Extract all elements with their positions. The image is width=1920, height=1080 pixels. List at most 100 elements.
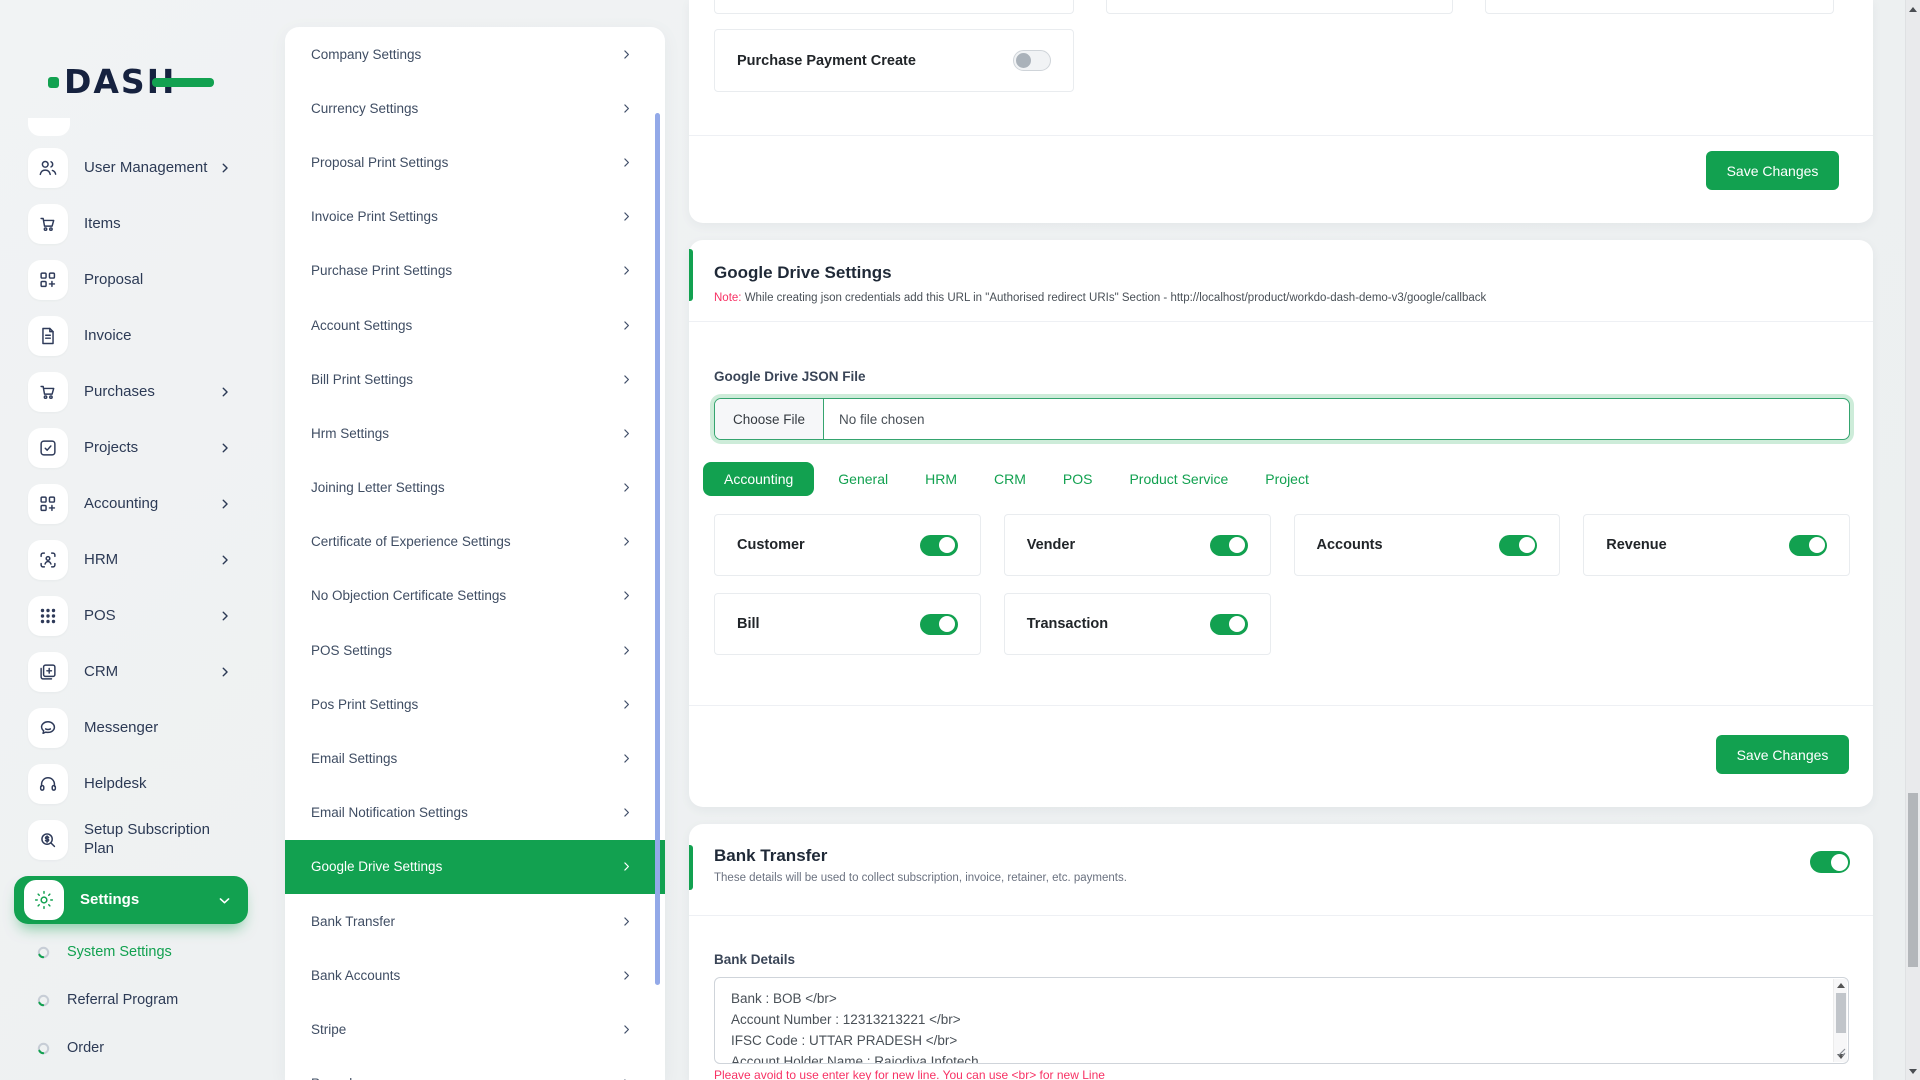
settings-nav-item-pos-print-settings[interactable]: Pos Print Settings [285, 677, 665, 731]
settings-nav-item-proposal-print-settings[interactable]: Proposal Print Settings [285, 135, 665, 189]
search-dollar-icon [37, 829, 59, 851]
choose-file-button[interactable]: Choose File [715, 399, 824, 439]
grid-plus-icon [37, 269, 59, 291]
tab-accounting[interactable]: Accounting [703, 462, 815, 496]
tab-project[interactable]: Project [1265, 471, 1309, 487]
file-status-text: No file chosen [839, 411, 925, 427]
settings-nav-item-label: Company Settings [311, 46, 422, 62]
settings-nav-item-purchase-print-settings[interactable]: Purchase Print Settings [285, 244, 665, 298]
sidebar-item-projects[interactable]: Projects [14, 428, 248, 468]
sidebar-item-purchases[interactable]: Purchases [14, 372, 248, 412]
page-scrollbar[interactable] [1905, 0, 1920, 1080]
sidebar-item-user-management[interactable]: User Management [14, 148, 248, 188]
settings-nav-item-hrm-settings[interactable]: Hrm Settings [285, 406, 665, 460]
bank-transfer-toggle[interactable] [1810, 851, 1850, 873]
scroll-up-icon[interactable] [1906, 2, 1920, 16]
save-changes-button[interactable]: Save Changes [1706, 151, 1839, 190]
settings-nav-item-no-objection-certificate-settings[interactable]: No Objection Certificate Settings [285, 569, 665, 623]
google-drive-json-file-input[interactable]: Choose File No file chosen [714, 398, 1850, 440]
nav-chevron-icon [620, 915, 633, 928]
settings-nav-item-label: Stripe [311, 1021, 347, 1037]
sidebar-item-proposal[interactable]: Proposal [14, 260, 248, 300]
transaction-toggle[interactable] [1209, 613, 1248, 635]
settings-nav-item-label: Proposal Print Settings [311, 154, 449, 170]
module-box-revenue: Revenue [1583, 514, 1850, 576]
tab-pos[interactable]: POS [1063, 471, 1093, 487]
sidebar-subitem-order[interactable]: Order [14, 1024, 248, 1072]
users-icon [37, 157, 59, 179]
scroll-down-icon[interactable] [1906, 1064, 1920, 1078]
accounts-toggle[interactable] [1499, 534, 1538, 556]
sidebar-item-helpdesk[interactable]: Helpdesk [14, 764, 248, 804]
revenue-toggle[interactable] [1789, 534, 1827, 556]
note-label: Note: [714, 292, 742, 304]
sidebar-item-hrm[interactable]: HRM [14, 540, 248, 580]
tab-hrm[interactable]: HRM [925, 471, 957, 487]
menu-icon-box [28, 820, 68, 860]
sidebar-item-crm[interactable]: CRM [14, 652, 248, 692]
sidebar-item-accounting[interactable]: Accounting [14, 484, 248, 524]
settings-nav-item-bill-print-settings[interactable]: Bill Print Settings [285, 352, 665, 406]
toggle-knob [939, 616, 956, 632]
settings-nav-item-joining-letter-settings[interactable]: Joining Letter Settings [285, 461, 665, 515]
sidebar-subitem-referral-program[interactable]: Referral Program [14, 976, 248, 1024]
clipped-setting-box [714, 0, 1074, 14]
sidebar-item-settings[interactable]: Settings [14, 876, 248, 924]
sidebar-item-items[interactable]: Items [14, 204, 248, 244]
settings-nav-item-label: Pos Print Settings [311, 696, 419, 712]
settings-nav-item-certificate-of-experience-settings[interactable]: Certificate of Experience Settings [285, 515, 665, 569]
settings-nav-item-stripe[interactable]: Stripe [285, 1002, 665, 1056]
settings-nav-item-email-settings[interactable]: Email Settings [285, 731, 665, 785]
sidebar-item-messenger[interactable]: Messenger [14, 708, 248, 748]
chevron-down-icon [217, 893, 232, 908]
scroll-up-icon[interactable] [1834, 979, 1847, 991]
sidebar-subitem-system-settings[interactable]: System Settings [14, 928, 248, 976]
menu-icon-box [28, 260, 68, 300]
resize-handle-icon[interactable] [1837, 1044, 1846, 1062]
scrollbar-thumb[interactable] [1835, 993, 1846, 1033]
chevron-right-icon [218, 441, 232, 455]
bank-details-textarea[interactable]: Bank : BOB </br> Account Number : 1231321… [714, 977, 1849, 1064]
tab-product-service[interactable]: Product Service [1129, 471, 1228, 487]
customer-toggle[interactable] [919, 534, 958, 556]
sidebar-item-invoice[interactable]: Invoice [14, 316, 248, 356]
settings-nav-item-label: No Objection Certificate Settings [311, 588, 507, 604]
header-accent-bar [689, 249, 693, 301]
tab-crm[interactable]: CRM [994, 471, 1026, 487]
menu-icon-box [28, 764, 68, 804]
chevron-right-icon [218, 161, 232, 175]
module-box-vender: Vender [1003, 514, 1271, 576]
circle-bullet-icon [36, 1041, 51, 1056]
tab-general[interactable]: General [838, 471, 888, 487]
settings-nav-item-bank-transfer[interactable]: Bank Transfer [285, 894, 665, 948]
settings-nav-item-company-settings[interactable]: Company Settings [285, 27, 665, 81]
toggle-knob [1229, 537, 1245, 553]
cart-icon [37, 381, 59, 403]
save-changes-button[interactable]: Save Changes [1716, 735, 1849, 774]
module-box-customer: Customer [714, 514, 981, 576]
toggle-knob [1830, 853, 1848, 871]
chevron-right-icon [218, 385, 232, 399]
chat-icon [37, 717, 59, 739]
settings-nav-item-pos-settings[interactable]: POS Settings [285, 623, 665, 677]
nav-chevron-icon [620, 752, 633, 765]
page-scrollbar-thumb[interactable] [1908, 793, 1918, 967]
vender-toggle[interactable] [1209, 534, 1248, 556]
purchase-payment-create-toggle[interactable] [1013, 50, 1051, 71]
bill-toggle[interactable] [919, 613, 958, 635]
settings-nav-item-bank-accounts[interactable]: Bank Accounts [285, 948, 665, 1002]
settings-nav-item-email-notification-settings[interactable]: Email Notification Settings [285, 786, 665, 840]
settings-nav-item-paypal[interactable]: Paypal [285, 1057, 665, 1080]
menu-icon-box [28, 428, 68, 468]
settings-nav-item-currency-settings[interactable]: Currency Settings [285, 81, 665, 135]
sidebar-subitem-label: System Settings [67, 944, 172, 960]
settings-nav-item-account-settings[interactable]: Account Settings [285, 298, 665, 352]
settings-nav-item-google-drive-settings[interactable]: Google Drive Settings [285, 839, 665, 894]
header-accent-bar [689, 845, 693, 890]
settings-nav-scrollbar[interactable] [655, 113, 660, 985]
sidebar-item-setup-subscription-plan[interactable]: Setup Subscription Plan [14, 820, 248, 860]
settings-nav-item-invoice-print-settings[interactable]: Invoice Print Settings [285, 190, 665, 244]
note-text: While creating json credentials add this… [744, 292, 1487, 304]
purchase-payment-create-box: Purchase Payment Create [714, 29, 1074, 92]
sidebar-item-pos[interactable]: POS [14, 596, 248, 636]
